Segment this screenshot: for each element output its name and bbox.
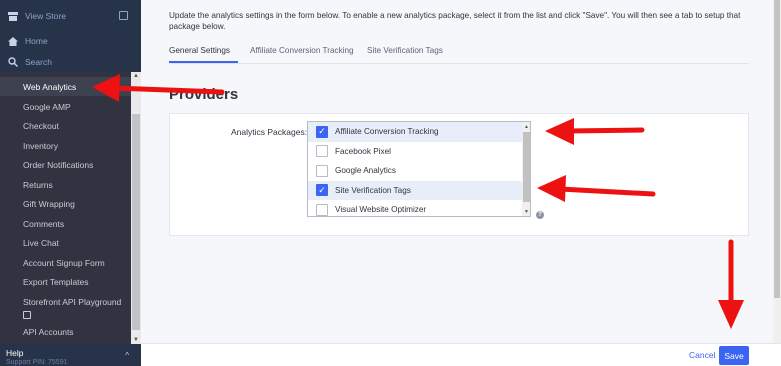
- sidebar-item-google-amp[interactable]: Google AMP: [23, 102, 71, 112]
- chevron-up-icon[interactable]: ^: [125, 351, 129, 360]
- main-scroll-thumb[interactable]: [774, 0, 780, 298]
- tab-site-verification-tags[interactable]: Site Verification Tags: [367, 46, 443, 55]
- home-link[interactable]: Home: [8, 32, 136, 50]
- sidebar: View Store Home Search Web Analytics Goo…: [0, 0, 141, 366]
- analytics-packages-label: Analytics Packages:: [231, 127, 308, 137]
- sidebar-item-live-chat[interactable]: Live Chat: [23, 238, 59, 248]
- scroll-down-icon[interactable]: ▼: [522, 207, 530, 216]
- scroll-up-icon[interactable]: ▲: [522, 122, 530, 131]
- sidebar-help-panel[interactable]: Help Support PIN: 75591 ^: [0, 344, 141, 366]
- sidebar-top-nav: View Store Home Search: [0, 0, 141, 72]
- providers-card: Analytics Packages: ✓ Affiliate Conversi…: [169, 113, 749, 236]
- package-label: Google Analytics: [335, 166, 396, 176]
- package-option-site-verification-tags[interactable]: ✓ Site Verification Tags: [308, 180, 522, 200]
- checkbox-checked[interactable]: ✓: [316, 125, 328, 138]
- store-icon: [8, 11, 18, 21]
- tab-general-settings[interactable]: General Settings: [169, 46, 230, 55]
- sidebar-item-export-templates[interactable]: Export Templates: [23, 277, 89, 287]
- main-content: Update the analytics settings in the for…: [141, 0, 781, 366]
- section-title: Providers: [169, 86, 239, 103]
- package-label: Site Verification Tags: [335, 185, 411, 195]
- package-option-facebook-pixel[interactable]: Facebook Pixel: [308, 142, 522, 162]
- scroll-up-icon[interactable]: ▲: [131, 72, 141, 80]
- settings-tabs: General Settings Affiliate Conversion Tr…: [169, 44, 749, 64]
- sidebar-item-order-notifications[interactable]: Order Notifications: [23, 160, 93, 170]
- external-link-icon: [23, 311, 31, 319]
- listbox-scroll-thumb[interactable]: [523, 132, 530, 202]
- support-pin: Support PIN: 75591: [6, 359, 68, 366]
- search-label: Search: [25, 57, 52, 67]
- sidebar-item-account-signup-form[interactable]: Account Signup Form: [23, 258, 105, 268]
- sidebar-item-checkout[interactable]: Checkout: [23, 121, 59, 131]
- sidebar-scrollbar[interactable]: ▲ ▼: [131, 72, 141, 344]
- tab-affiliate-conversion-tracking[interactable]: Affiliate Conversion Tracking: [250, 46, 354, 55]
- scroll-down-icon[interactable]: ▼: [131, 336, 141, 344]
- analytics-packages-listbox[interactable]: ✓ Affiliate Conversion Tracking Facebook…: [307, 121, 531, 217]
- search-icon: [8, 57, 18, 67]
- sidebar-item-api-accounts[interactable]: API Accounts: [23, 327, 74, 337]
- action-footer: Cancel Save: [141, 343, 781, 366]
- active-tab-indicator: [169, 61, 238, 63]
- external-link-icon: [119, 11, 128, 20]
- package-option-visual-website-optimizer[interactable]: Visual Website Optimizer: [308, 200, 522, 216]
- sidebar-settings-list: Web Analytics Google AMP Checkout Invent…: [0, 72, 131, 344]
- view-store-label: View Store: [25, 11, 66, 21]
- sidebar-scroll-thumb[interactable]: [132, 114, 140, 330]
- package-label: Affiliate Conversion Tracking: [335, 127, 439, 137]
- listbox-scrollbar[interactable]: ▲ ▼: [522, 122, 530, 216]
- save-button[interactable]: Save: [719, 346, 749, 365]
- checkbox-checked[interactable]: ✓: [316, 184, 328, 197]
- package-option-affiliate-conversion-tracking[interactable]: ✓ Affiliate Conversion Tracking: [308, 122, 522, 142]
- sidebar-item-returns[interactable]: Returns: [23, 180, 53, 190]
- sidebar-item-inventory[interactable]: Inventory: [23, 141, 58, 151]
- checkbox-unchecked[interactable]: [316, 203, 328, 216]
- home-icon: [8, 36, 18, 46]
- package-label: Visual Website Optimizer: [335, 205, 427, 215]
- package-option-google-analytics[interactable]: Google Analytics: [308, 161, 522, 181]
- help-label: Help: [6, 348, 24, 358]
- sidebar-item-gift-wrapping[interactable]: Gift Wrapping: [23, 199, 75, 209]
- home-label: Home: [25, 36, 48, 46]
- checkbox-unchecked[interactable]: [316, 145, 328, 158]
- cancel-button[interactable]: Cancel: [689, 350, 715, 360]
- sidebar-item-web-analytics[interactable]: Web Analytics: [23, 82, 76, 92]
- package-label: Facebook Pixel: [335, 146, 391, 156]
- sidebar-item-comments[interactable]: Comments: [23, 219, 64, 229]
- checkbox-unchecked[interactable]: [316, 164, 328, 177]
- sidebar-item-storefront-api-playground[interactable]: Storefront API Playground: [23, 297, 121, 319]
- search-link[interactable]: Search: [8, 53, 136, 71]
- help-icon[interactable]: ?: [536, 211, 544, 219]
- page-description: Update the analytics settings in the for…: [169, 11, 741, 31]
- view-store-link[interactable]: View Store: [8, 7, 136, 25]
- main-scrollbar[interactable]: [773, 0, 781, 343]
- storefront-api-playground-label: Storefront API Playground: [23, 297, 122, 307]
